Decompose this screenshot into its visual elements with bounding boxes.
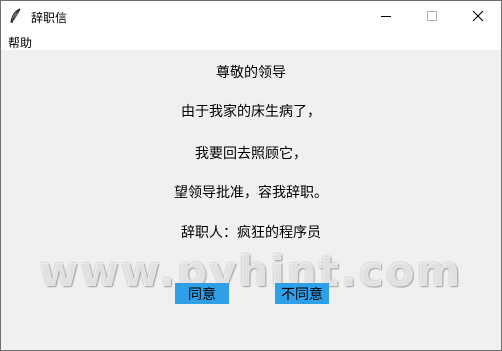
maximize-icon: [426, 7, 438, 26]
minimize-button[interactable]: [363, 1, 409, 32]
feather-icon: [9, 8, 23, 24]
letter-line: 由于我家的床生病了，: [181, 104, 321, 120]
letter-greeting: 尊敬的领导: [216, 65, 286, 81]
site-watermark: www.pyhint.com: [39, 247, 463, 296]
window-title: 辞职信: [31, 11, 68, 25]
agree-button[interactable]: 同意: [175, 283, 229, 304]
letter-signature: 辞职人：疯狂的程序员: [181, 225, 321, 241]
letter-line: 我要回去照顾它，: [195, 146, 307, 162]
title-bar[interactable]: 辞职信: [1, 1, 501, 32]
menu-item-help[interactable]: 帮助: [8, 34, 32, 51]
app-window: 辞职信 帮助 尊敬的领导 由于我家的床生病了， 我要回去照顾它， 望领导批准，容…: [0, 0, 502, 351]
letter-content: 尊敬的领导 由于我家的床生病了， 我要回去照顾它， 望领导批准，容我辞职。 辞职…: [1, 50, 501, 350]
minimize-icon: [380, 7, 392, 26]
close-icon: [472, 7, 484, 26]
close-button[interactable]: [455, 1, 501, 32]
disagree-button[interactable]: 不同意: [275, 283, 329, 304]
letter-line: 望领导批准，容我辞职。: [174, 185, 328, 201]
menu-bar: 帮助: [1, 32, 501, 50]
maximize-button[interactable]: [409, 1, 455, 32]
